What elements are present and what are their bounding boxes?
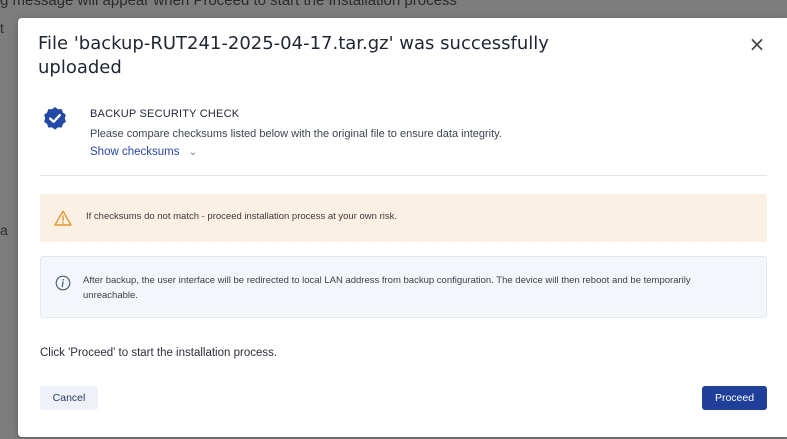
cancel-button[interactable]: Cancel <box>40 386 98 410</box>
show-checksums-toggle[interactable]: Show checksums ⌄ <box>90 146 197 158</box>
close-icon[interactable]: × <box>746 34 768 56</box>
security-check-description: Please compare checksums listed below wi… <box>90 128 502 140</box>
backup-security-check: BACKUP SECURITY CHECK Please compare che… <box>40 104 767 176</box>
background-text-fragment: t <box>0 20 4 36</box>
background-text-fragment: a <box>0 222 8 238</box>
proceed-button[interactable]: Proceed <box>702 386 767 410</box>
security-check-title: BACKUP SECURITY CHECK <box>90 108 240 120</box>
warning-text: If checksums do not match - proceed inst… <box>86 211 397 222</box>
show-checksums-label: Show checksums <box>90 146 180 158</box>
background-text: g message will appear when Proceed to st… <box>0 0 457 9</box>
upload-success-dialog: File 'backup-RUT241-2025-04-17.tar.gz' w… <box>18 18 787 437</box>
info-circle-icon <box>55 275 71 291</box>
info-text: After backup, the user interface will be… <box>83 275 691 301</box>
info-alert: After backup, the user interface will be… <box>40 256 767 318</box>
chevron-down-icon: ⌄ <box>188 147 198 158</box>
proceed-hint: Click 'Proceed' to start the installatio… <box>40 347 278 359</box>
dialog-title: File 'backup-RUT241-2025-04-17.tar.gz' w… <box>38 33 549 78</box>
verified-shield-icon <box>44 107 66 130</box>
warning-alert: If checksums do not match - proceed inst… <box>40 194 767 242</box>
warning-triangle-icon <box>54 210 72 226</box>
